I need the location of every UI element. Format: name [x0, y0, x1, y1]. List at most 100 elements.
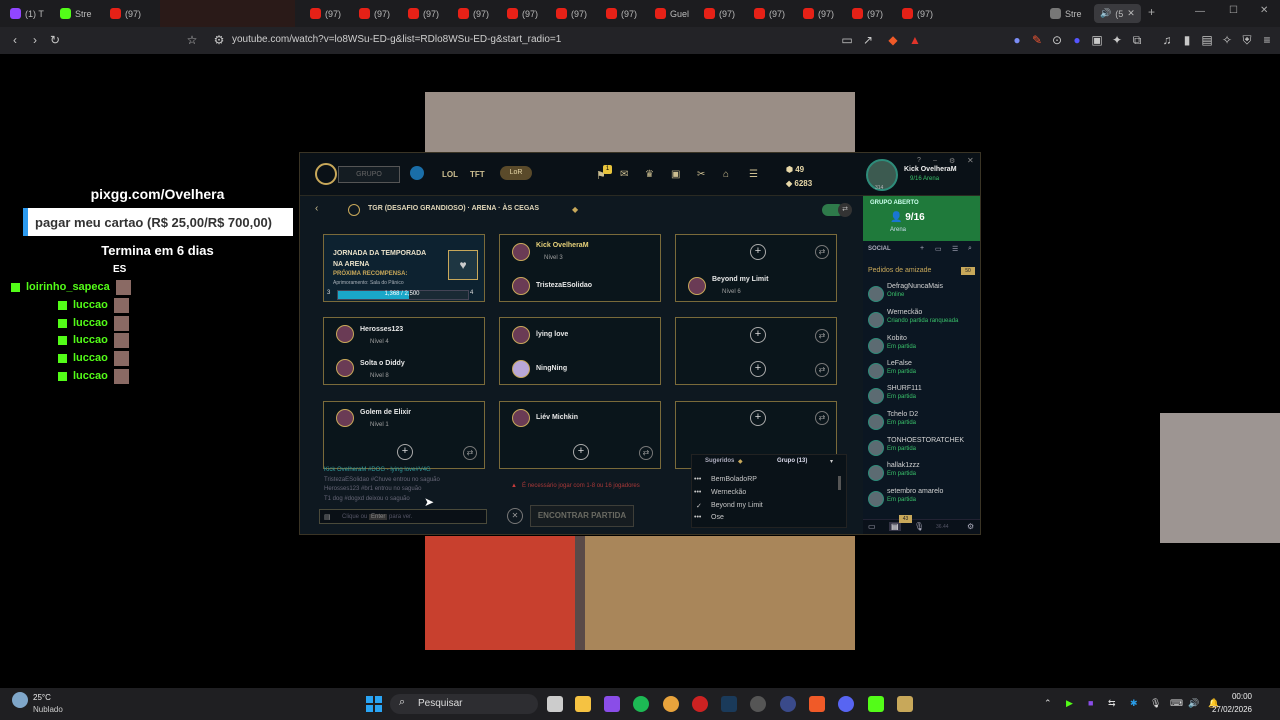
friend-item[interactable]: Werneckão Criando partida ranqueada: [865, 309, 980, 333]
share-icon[interactable]: ↗: [861, 33, 875, 47]
loot-icon[interactable]: ⌂: [723, 169, 729, 180]
browser-tab[interactable]: (97): [310, 4, 341, 23]
list-icon[interactable]: ☰: [952, 245, 958, 253]
mic-icon[interactable]: 🎙: [914, 522, 924, 531]
menu-icon[interactable]: ≡: [1260, 33, 1274, 47]
sidebar-icon[interactable]: ▮: [1180, 33, 1194, 47]
video-frame-bottom[interactable]: [425, 536, 855, 650]
friend-item[interactable]: LeFalse Em partida: [865, 360, 980, 384]
leo-icon[interactable]: ✧: [1220, 33, 1234, 47]
brave-rewards-icon[interactable]: ▲: [908, 33, 922, 47]
apps-icon[interactable]: [604, 696, 620, 712]
swap-icon[interactable]: ⇄: [815, 245, 829, 259]
new-tab-icon[interactable]: +: [1148, 5, 1155, 19]
player-name[interactable]: Herosses123: [360, 326, 403, 333]
browser-tab[interactable]: (97): [507, 4, 538, 23]
discord-icon[interactable]: [838, 696, 854, 712]
extension-icon[interactable]: ⊙: [1050, 33, 1064, 47]
swap-icon[interactable]: ⇄: [815, 363, 829, 377]
dropdown-scrollbar[interactable]: [838, 476, 841, 490]
tab-group[interactable]: Grupo (13): [777, 458, 807, 464]
extension-icon[interactable]: ✎: [1030, 33, 1044, 47]
dropdown-item[interactable]: Ose: [711, 514, 724, 521]
extension-icon[interactable]: ▣: [1090, 33, 1104, 47]
mic-icon[interactable]: 🎙: [1150, 698, 1161, 709]
chevron-up-icon[interactable]: ⌃: [1044, 698, 1052, 709]
lol-tab[interactable]: LOL: [442, 170, 458, 179]
extension-icon[interactable]: ●: [1070, 33, 1084, 47]
messages-icon[interactable]: ▤: [889, 522, 901, 531]
browser-tab[interactable]: (97): [359, 4, 390, 23]
close-icon[interactable]: ✕: [967, 156, 974, 165]
swap-icon[interactable]: ⇄: [815, 329, 829, 343]
opera-icon[interactable]: [692, 696, 708, 712]
tft-icon[interactable]: ✂: [697, 169, 705, 180]
avatar[interactable]: [512, 360, 530, 378]
tft-tab[interactable]: TFT: [470, 170, 485, 179]
maximize-icon[interactable]: ☐: [1229, 5, 1238, 16]
bookmark-icon[interactable]: ☆: [185, 33, 199, 47]
dropdown-item[interactable]: Beyond my Limit: [711, 502, 763, 509]
dropdown-item[interactable]: Werneckão: [711, 489, 746, 496]
friend-item[interactable]: Kobito Em partida: [865, 335, 980, 359]
browser-tab[interactable]: (97): [754, 4, 785, 23]
url-field[interactable]: youtube.com/watch?v=lo8WSu-ED-g&list=RDl…: [232, 34, 561, 45]
brave-shield-icon[interactable]: ◆: [886, 33, 900, 47]
spotify-icon[interactable]: [633, 696, 649, 712]
chrome-icon[interactable]: [663, 696, 679, 712]
browser-tab[interactable]: (97): [408, 4, 439, 23]
browser-tab[interactable]: Stre: [60, 4, 92, 23]
friend-item[interactable]: DefragNuncaMais Online: [865, 283, 980, 307]
avatar[interactable]: [512, 409, 530, 427]
lol-logo-icon[interactable]: [315, 163, 337, 185]
extension-icon[interactable]: ●: [1010, 33, 1024, 47]
player-name[interactable]: Beyond my Limit: [712, 276, 768, 283]
browser-tab[interactable]: (97): [704, 4, 735, 23]
player-name[interactable]: Solta o Diddy: [360, 360, 405, 367]
minimize-icon[interactable]: –: [933, 157, 937, 164]
profile-name[interactable]: Kick OvelheraM: [904, 166, 957, 173]
chevron-down-icon[interactable]: ▾: [830, 458, 833, 465]
missions-icon[interactable]: ✉: [620, 169, 628, 180]
player-name[interactable]: TristezaESolidao: [536, 282, 592, 289]
browser-tab[interactable]: (97): [110, 4, 141, 23]
minimize-icon[interactable]: —: [1195, 6, 1205, 17]
settings-icon[interactable]: ⚙: [967, 522, 974, 531]
bluetooth-icon[interactable]: ✱: [1130, 698, 1138, 709]
volume-icon[interactable]: 🔊: [1188, 698, 1199, 709]
add-player-button[interactable]: +: [750, 361, 766, 377]
weather-icon[interactable]: [12, 692, 28, 708]
avatar[interactable]: [512, 243, 530, 261]
friend-item[interactable]: SHURF111 Em partida: [865, 385, 980, 409]
browser-tab[interactable]: (97): [606, 4, 637, 23]
league-icon[interactable]: [897, 696, 913, 712]
more-icon[interactable]: •••: [694, 476, 701, 483]
task-view-icon[interactable]: [547, 696, 563, 712]
extension-icon[interactable]: ⧉: [1130, 33, 1144, 47]
avatar[interactable]: [688, 277, 706, 295]
browser-tab[interactable]: Stre: [1050, 4, 1082, 23]
reload-icon[interactable]: ↻: [48, 33, 62, 47]
find-match-button[interactable]: ENCONTRAR PARTIDA: [530, 505, 634, 527]
video-frame-top[interactable]: [425, 92, 855, 154]
app-icon[interactable]: [780, 696, 796, 712]
chat-input[interactable]: Clique ou Enter para ver.: [319, 509, 487, 524]
clock-date[interactable]: 27/02/2026: [1208, 705, 1252, 714]
avatar[interactable]: [512, 277, 530, 295]
player-name[interactable]: Kick OvelheraM: [536, 242, 589, 249]
store-icon[interactable]: ☰: [749, 169, 758, 180]
add-player-button[interactable]: +: [750, 244, 766, 260]
clock-time[interactable]: 00:00: [1230, 692, 1252, 701]
avatar[interactable]: [512, 326, 530, 344]
back-icon[interactable]: ‹: [8, 33, 22, 47]
lor-tab[interactable]: LoR: [500, 166, 532, 180]
file-explorer-icon[interactable]: [575, 696, 591, 712]
browser-tab[interactable]: (97): [852, 4, 883, 23]
media-icon[interactable]: ♫: [1160, 33, 1174, 47]
browser-tab-active[interactable]: 🔊 (5 ✕: [1094, 4, 1141, 23]
info-icon[interactable]: ◆: [572, 205, 578, 214]
add-player-button[interactable]: +: [750, 327, 766, 343]
swap-icon[interactable]: ⇄: [639, 446, 653, 460]
dropdown-item[interactable]: BemBoladoRP: [711, 476, 757, 483]
more-icon[interactable]: •••: [694, 514, 701, 521]
